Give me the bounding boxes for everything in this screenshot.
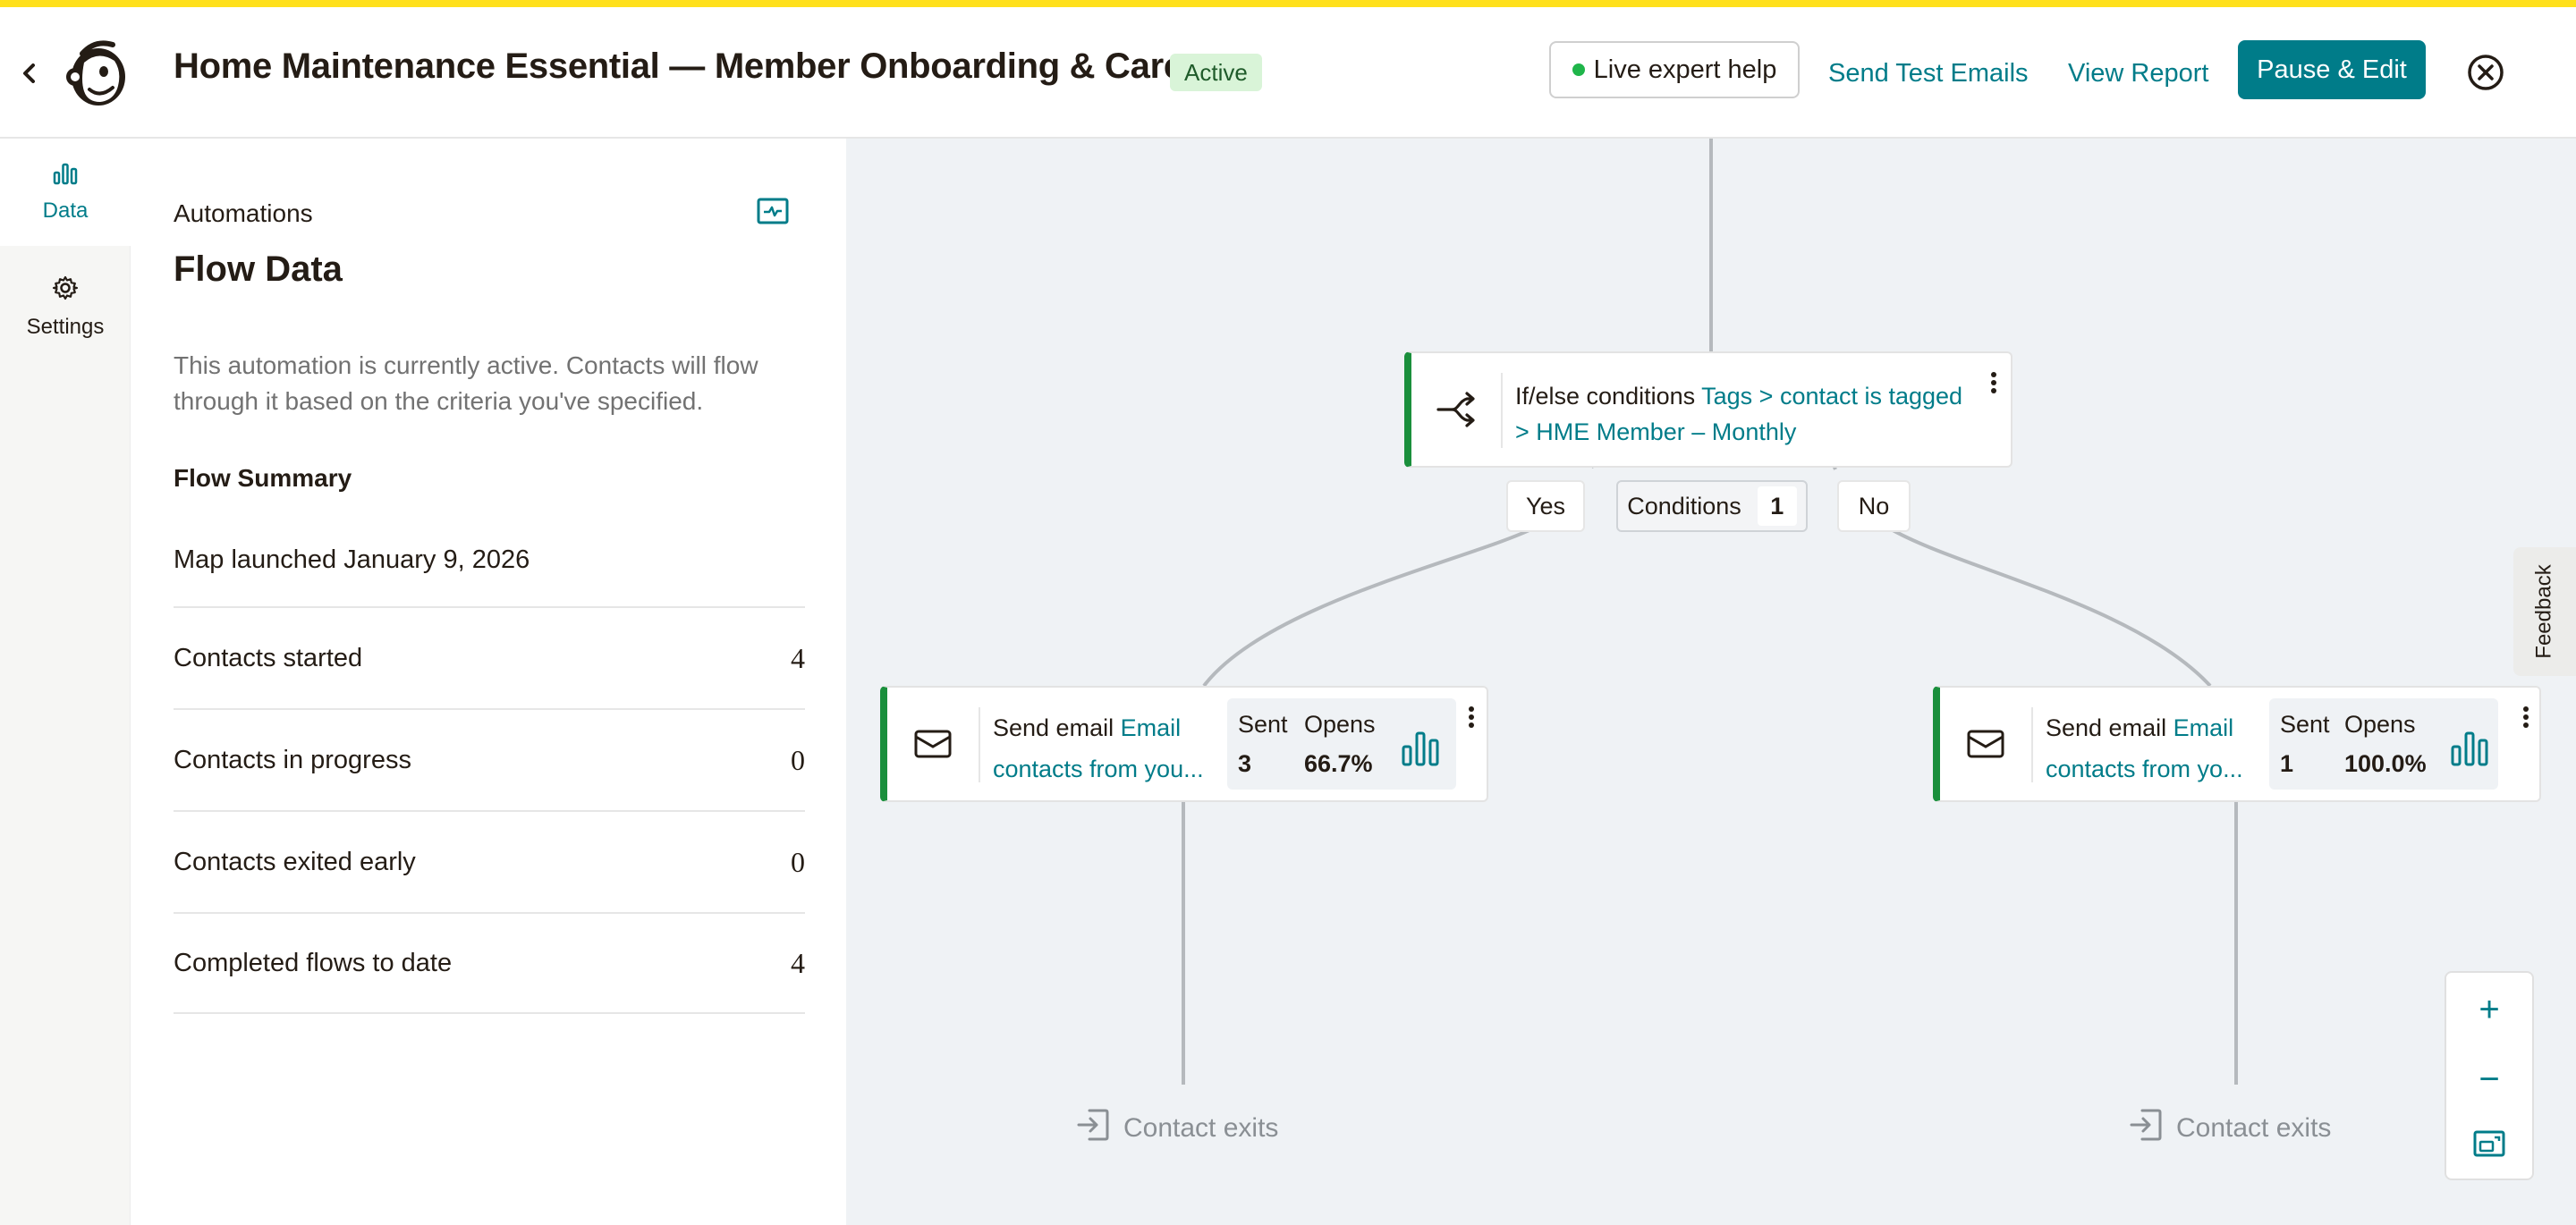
exit-label: Contact exits (2176, 1113, 2332, 1143)
sent-label: Sent (2280, 711, 2330, 738)
if-else-condition-node[interactable]: If/else conditions Tags > contact is tag… (1404, 351, 2012, 468)
flow-connectors (1182, 139, 2238, 1085)
summary-row-value: 4 (791, 946, 805, 979)
rail-item-settings[interactable]: Settings (0, 253, 131, 360)
node-divider (2031, 707, 2033, 782)
rail-item-data[interactable]: Data (0, 139, 131, 246)
bar-chart-icon (53, 162, 78, 191)
flow-summary-heading: Flow Summary (174, 464, 352, 492)
panel-description: This automation is currently active. Con… (174, 351, 758, 415)
panel-section-label: Automations (174, 199, 313, 227)
zoom-controls: + − (2445, 971, 2534, 1180)
more-options-icon[interactable] (2520, 704, 2532, 732)
zoom-out-button[interactable]: − (2446, 1046, 2532, 1112)
sent-value: 3 (1238, 750, 1252, 777)
exit-icon (1075, 1107, 1111, 1150)
node-divider (979, 707, 980, 782)
opens-label: Opens (2344, 711, 2416, 738)
condition-description: If/else conditions Tags > contact is tag… (1515, 378, 1980, 450)
collapse-panel-icon[interactable] (757, 198, 789, 224)
email-link-line1[interactable]: Email (2174, 714, 2234, 741)
branch-yes-pill[interactable]: Yes (1506, 480, 1585, 532)
summary-row-completed-flows: Completed flows to date 4 (174, 912, 805, 1014)
email-link-line1[interactable]: Email (1121, 714, 1182, 741)
header: Home Maintenance Essential — Member Onbo… (0, 7, 2576, 139)
more-options-icon[interactable] (1987, 369, 2000, 398)
email-description: Send email Email contacts from yo... (2046, 707, 2278, 790)
email-link-line2[interactable]: contacts from yo... (2046, 748, 2278, 790)
online-status-dot (1572, 63, 1585, 76)
page-title: Home Maintenance Essential — Member Onbo… (174, 46, 1183, 86)
flow-canvas[interactable]: If/else conditions Tags > contact is tag… (846, 139, 2576, 1225)
summary-row-label: Contacts in progress (174, 745, 411, 774)
send-email-node-yes[interactable]: Send email Email contacts from you... Se… (880, 686, 1488, 802)
summary-row-value: 0 (791, 845, 805, 878)
report-chart-icon[interactable] (1401, 731, 1440, 766)
launch-date: Map launched January 9, 2026 (174, 545, 530, 574)
panel-title: Flow Data (174, 249, 343, 289)
email-stats: Sent 1 Opens 100.0% (2269, 698, 2498, 790)
left-rail: Data Settings (0, 139, 131, 1225)
feedback-label: Feedback (2532, 564, 2556, 659)
summary-row-value: 4 (791, 641, 805, 674)
summary-row-contacts-in-progress: Contacts in progress 0 (174, 708, 805, 810)
summary-row-label: Contacts exited early (174, 847, 416, 876)
email-stats: Sent 3 Opens 66.7% (1227, 698, 1456, 790)
summary-row-value: 0 (791, 743, 805, 776)
split-arrows-icon (1411, 353, 1501, 466)
envelope-icon (887, 688, 979, 800)
chevron-left-icon[interactable] (16, 55, 43, 91)
sent-label: Sent (1238, 711, 1288, 738)
gear-icon (52, 275, 79, 308)
conditions-label: Conditions (1627, 492, 1741, 520)
live-expert-help-button[interactable]: Live expert help (1549, 41, 1800, 98)
opens-label: Opens (1304, 711, 1376, 738)
opens-value: 100.0% (2344, 750, 2427, 777)
feedback-tab[interactable]: Feedback (2513, 547, 2576, 676)
rail-item-label: Settings (26, 314, 105, 339)
summary-row-label: Contacts started (174, 643, 363, 672)
send-test-emails-link[interactable]: Send Test Emails (1828, 59, 2029, 89)
exit-label: Contact exits (1123, 1113, 1279, 1143)
summary-row-label: Completed flows to date (174, 948, 453, 977)
view-report-link[interactable]: View Report (2068, 59, 2208, 89)
report-chart-icon[interactable] (2450, 731, 2489, 766)
conditions-count: 1 (1757, 486, 1797, 526)
contact-exits-left: Contact exits (1075, 1107, 1278, 1150)
opens-value: 66.7% (1304, 750, 1373, 777)
envelope-icon (1940, 688, 2031, 800)
live-expert-help-label: Live expert help (1593, 55, 1777, 84)
email-action-label: Send email (993, 714, 1114, 741)
flow-summary-list: Contacts started 4 Contacts in progress … (174, 606, 805, 1014)
zoom-in-button[interactable]: + (2446, 976, 2532, 1043)
branch-no-pill[interactable]: No (1837, 480, 1911, 532)
node-divider (1501, 373, 1503, 448)
send-email-node-no[interactable]: Send email Email contacts from yo... Sen… (1933, 686, 2541, 802)
condition-label: If/else conditions (1515, 383, 1696, 410)
status-badge: Active (1170, 54, 1262, 91)
summary-row-contacts-exited-early: Contacts exited early 0 (174, 810, 805, 912)
pause-edit-button[interactable]: Pause & Edit (2238, 40, 2426, 99)
top-accent-bar (0, 0, 2576, 7)
more-options-icon[interactable] (1465, 704, 1478, 732)
flow-data-panel: Automations Flow Data This automation is… (131, 139, 846, 1225)
sent-value: 1 (2280, 750, 2294, 777)
email-action-label: Send email (2046, 714, 2167, 741)
mailchimp-logo (63, 36, 136, 109)
conditions-count-button[interactable]: Conditions 1 (1616, 480, 1808, 532)
email-description: Send email Email contacts from you... (993, 707, 1225, 790)
contact-exits-right: Contact exits (2128, 1107, 2331, 1150)
exit-icon (2128, 1107, 2164, 1150)
summary-row-contacts-started: Contacts started 4 (174, 606, 805, 708)
close-icon[interactable] (2467, 54, 2504, 91)
email-link-line2[interactable]: contacts from you... (993, 748, 1225, 790)
rail-item-label: Data (42, 198, 89, 223)
fit-to-screen-icon[interactable] (2446, 1111, 2532, 1177)
